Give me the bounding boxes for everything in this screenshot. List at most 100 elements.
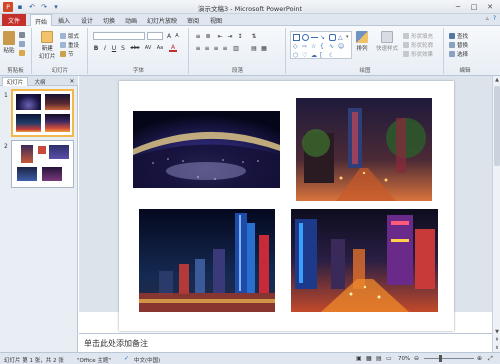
shrink-font-button[interactable]: A (173, 32, 181, 40)
tab-review[interactable]: 审阅 (183, 14, 203, 26)
format-painter-button[interactable] (19, 50, 25, 56)
fit-to-window-icon[interactable]: ⤢ (488, 355, 493, 363)
font-size-select[interactable] (147, 32, 163, 40)
next-slide-icon[interactable]: ⇟ (493, 344, 500, 352)
scroll-down-icon[interactable]: ▼ (493, 328, 500, 336)
prev-slide-icon[interactable]: ⇞ (493, 336, 500, 344)
tab-slides[interactable]: 幻灯片 (2, 77, 28, 86)
tab-animations[interactable]: 动画 (121, 14, 141, 26)
section-button[interactable]: 节 (60, 50, 74, 58)
heart-shape-icon[interactable]: ♡ (302, 52, 309, 59)
shape-fill-button[interactable]: 形状填充 (403, 32, 433, 40)
shape-effects-button[interactable]: 形状效果 (403, 50, 433, 58)
numbering-button[interactable]: ≣ (204, 32, 212, 40)
font-color-button[interactable]: A (169, 44, 177, 52)
spellcheck-icon[interactable]: ✓ (124, 355, 129, 362)
normal-view-icon[interactable]: ▣ (356, 355, 362, 362)
notes-pane[interactable]: 单击此处添加备注 (79, 333, 492, 352)
oval-shape-icon[interactable] (302, 34, 309, 41)
star-shape-icon[interactable]: ☆ (311, 43, 318, 50)
italic-button[interactable]: I (101, 44, 109, 52)
line-spacing-button[interactable]: ↕ (236, 32, 244, 40)
bold-button[interactable]: B (92, 44, 100, 52)
copy-button[interactable] (19, 41, 25, 47)
slide-thumbnail-1[interactable] (11, 89, 74, 137)
tab-slideshow[interactable]: 幻灯片放映 (144, 14, 180, 26)
arrow-shape-icon[interactable]: ↘ (320, 34, 327, 41)
align-center-button[interactable]: ≡ (203, 44, 211, 52)
change-case-button[interactable]: Aa (155, 44, 165, 52)
arrange-button[interactable]: 排列 (356, 31, 368, 52)
slide-sorter-icon[interactable]: ▦ (366, 355, 372, 362)
char-spacing-button[interactable]: AV (143, 44, 153, 52)
tab-insert[interactable]: 插入 (54, 14, 74, 26)
layout-button[interactable]: 版式 (60, 32, 79, 40)
hexagon-shape-icon[interactable]: ⬡ (293, 52, 300, 59)
font-family-select[interactable] (93, 32, 145, 40)
paste-button[interactable]: 粘贴 (3, 31, 15, 54)
triangle-shape-icon[interactable]: △ (338, 34, 345, 41)
bracket-shape-icon[interactable]: [ (320, 52, 327, 59)
help-icon[interactable]: ? (493, 15, 496, 22)
strikethrough-button[interactable]: abc (129, 44, 141, 52)
zoom-slider-thumb[interactable] (439, 355, 443, 362)
align-left-button[interactable]: ≡ (194, 44, 202, 52)
tab-transitions[interactable]: 切换 (99, 14, 119, 26)
reading-view-icon[interactable]: ▤ (376, 355, 382, 362)
vertical-scrollbar[interactable]: ▲ ▼ ⇞ ⇟ (492, 76, 500, 352)
shapes-gallery[interactable]: ↘ △ ◇ ⇨ ☆ { ∿ ☺ ⬡ ♡ ☁ [ ☾ ▾ (290, 31, 352, 59)
reset-button[interactable]: 重设 (60, 41, 79, 49)
quick-styles-button[interactable]: 快速样式 (376, 31, 398, 52)
city-skyline-photo[interactable] (139, 209, 275, 312)
new-slide-button[interactable]: 新建 幻灯片 (39, 31, 56, 60)
curve-shape-icon[interactable]: ∿ (329, 43, 336, 50)
close-button[interactable]: ✕ (482, 0, 498, 13)
tab-view[interactable]: 视图 (206, 14, 226, 26)
tab-file[interactable]: 文件 (2, 14, 26, 26)
find-button[interactable]: 查找 (449, 32, 468, 40)
scroll-thumb[interactable] (494, 86, 500, 166)
rounded-rect-shape-icon[interactable] (329, 34, 336, 41)
maximize-button[interactable]: □ (466, 0, 482, 13)
zoom-out-icon[interactable]: ⊖ (414, 355, 419, 362)
language-indicator[interactable]: 中文(中国) (134, 356, 160, 364)
align-right-button[interactable]: ≡ (212, 44, 220, 52)
zoom-level[interactable]: 70% (398, 356, 410, 362)
bullets-button[interactable]: ≡ (194, 32, 202, 40)
minimize-button[interactable]: ─ (450, 0, 466, 13)
zoom-in-icon[interactable]: ⊕ (477, 355, 482, 362)
panel-close-icon[interactable]: ✕ (68, 77, 76, 85)
moon-shape-icon[interactable]: ☾ (329, 52, 336, 59)
smiley-shape-icon[interactable]: ☺ (338, 43, 345, 50)
underline-button[interactable]: U (110, 44, 118, 52)
grow-font-button[interactable]: A (165, 32, 173, 40)
shape-outline-button[interactable]: 形状轮廓 (403, 41, 433, 49)
cut-button[interactable] (19, 32, 25, 38)
line-shape-icon[interactable] (311, 37, 318, 38)
zoom-slider[interactable] (424, 358, 474, 359)
ribbon-minimize-icon[interactable]: ▵ (486, 15, 489, 22)
justify-button[interactable]: ≡ (221, 44, 229, 52)
align-text-button[interactable]: ▤ (250, 44, 258, 52)
rectangle-shape-icon[interactable] (293, 34, 300, 41)
scroll-up-icon[interactable]: ▲ (493, 76, 500, 84)
text-direction-button[interactable]: ⇅ (250, 32, 258, 40)
tab-design[interactable]: 设计 (77, 14, 97, 26)
gallery-more-icon[interactable]: ▾ (346, 34, 353, 41)
night-city-street-photo[interactable] (291, 209, 438, 312)
select-button[interactable]: 选择 (449, 50, 468, 58)
slide-canvas[interactable] (119, 81, 454, 331)
decrease-indent-button[interactable]: ⇤ (216, 32, 224, 40)
increase-indent-button[interactable]: ⇥ (226, 32, 234, 40)
stadium-photo[interactable] (133, 111, 280, 188)
street-night-photo[interactable] (296, 98, 432, 201)
replace-button[interactable]: 替换 (449, 41, 468, 49)
block-arrow-shape-icon[interactable]: ⇨ (302, 43, 309, 50)
cloud-shape-icon[interactable]: ☁ (311, 52, 318, 59)
callout-shape-icon[interactable]: ◇ (293, 43, 300, 50)
slide-thumbnail-2[interactable] (11, 140, 74, 188)
shadow-button[interactable]: S (119, 44, 127, 52)
smartart-button[interactable]: ▦ (260, 44, 268, 52)
brace-shape-icon[interactable]: { (320, 43, 327, 50)
slideshow-icon[interactable]: ▭ (386, 355, 392, 362)
